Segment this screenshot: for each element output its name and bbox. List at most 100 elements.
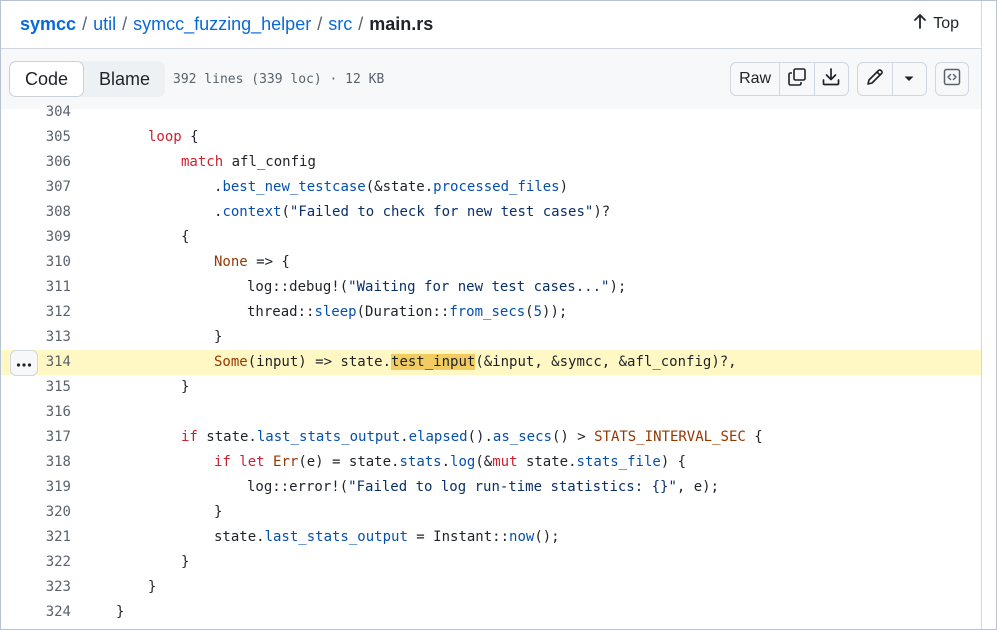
code-text: } xyxy=(214,325,222,350)
code-text: Some(input) => state.test_input(&input, … xyxy=(214,350,737,375)
code-line: 304 xyxy=(1,100,981,125)
line-number[interactable]: 309 xyxy=(31,225,71,250)
line-number[interactable]: 310 xyxy=(31,250,71,275)
top-button-label: Top xyxy=(933,14,959,32)
code-token: last_stats_output xyxy=(264,529,408,545)
code-line: 310 None => { xyxy=(1,250,981,275)
code-token: if xyxy=(181,429,198,445)
code-text: } xyxy=(148,575,156,600)
code-token: (input) => state. xyxy=(247,354,392,370)
line-number[interactable]: 323 xyxy=(31,575,71,600)
line-number[interactable]: 315 xyxy=(31,375,71,400)
breadcrumb-helper-link[interactable]: symcc_fuzzing_helper xyxy=(133,13,311,35)
line-number[interactable]: 318 xyxy=(31,450,71,475)
line-number[interactable]: 322 xyxy=(31,550,71,575)
line-number[interactable]: 320 xyxy=(31,500,71,525)
code-token: if let xyxy=(214,454,265,470)
top-button[interactable]: Top xyxy=(913,13,959,34)
scrollbar-track[interactable] xyxy=(982,1,996,629)
raw-button[interactable]: Raw xyxy=(731,63,779,95)
breadcrumb-src-link[interactable]: src xyxy=(328,13,352,35)
code-token: } xyxy=(181,379,190,395)
code-listing: 304 305 loop {306 match afl_config 307 .best_… xyxy=(1,104,982,629)
download-raw-button[interactable] xyxy=(813,63,848,95)
breadcrumb-util-link[interactable]: util xyxy=(93,13,116,35)
code-token: match xyxy=(181,154,224,170)
line-number[interactable]: 308 xyxy=(31,200,71,225)
code-token: STATS_INTERVAL_SEC xyxy=(594,429,746,445)
highlighted-token: test_input xyxy=(391,354,476,370)
code-token: ) xyxy=(559,179,569,195)
blame-tab[interactable]: Blame xyxy=(84,61,165,97)
code-token: ( xyxy=(525,304,534,320)
code-token: Err xyxy=(273,454,299,470)
code-token: Some xyxy=(214,354,248,370)
edit-file-button[interactable] xyxy=(858,63,892,95)
code-token: = Instant:: xyxy=(407,529,510,545)
line-number[interactable]: 313 xyxy=(31,325,71,350)
code-token: { xyxy=(190,129,199,145)
code-text: } xyxy=(181,375,189,400)
line-number[interactable]: 316 xyxy=(31,400,71,425)
code-token: last_stats_output xyxy=(256,429,401,445)
raw-actions-group: Raw xyxy=(730,62,849,96)
code-token: state. xyxy=(214,529,265,545)
code-token: log::error!( xyxy=(247,479,349,495)
code-token: log::debug!( xyxy=(247,279,349,295)
breadcrumb-separator: / xyxy=(82,14,88,34)
line-actions-button[interactable] xyxy=(10,350,38,376)
code-token: stats_file xyxy=(576,454,661,470)
code-line: 308 .context("Failed to check for new tes… xyxy=(1,200,981,225)
pencil-icon xyxy=(865,67,885,92)
code-token: 5 xyxy=(533,304,543,320)
code-line: 307 .best_new_testcase(&state.processed_f… xyxy=(1,175,981,200)
code-text: .context("Failed to check for new test c… xyxy=(214,200,610,225)
line-number[interactable]: 319 xyxy=(31,475,71,500)
code-line: 315} xyxy=(1,375,981,400)
code-text: thread::sleep(Duration::from_secs(5)); xyxy=(247,300,567,325)
copy-raw-button[interactable] xyxy=(779,63,813,95)
symbols-panel-group xyxy=(935,62,969,96)
code-token: sleep xyxy=(314,304,357,320)
code-text: if state.last_stats_output.elapsed().as_… xyxy=(181,425,763,450)
code-token: best_new_testcase xyxy=(222,179,366,195)
line-number[interactable]: 306 xyxy=(31,150,71,175)
breadcrumb-bar: symcc / util / symcc_fuzzing_helper / sr… xyxy=(1,1,982,47)
code-line: 306 match afl_config xyxy=(1,150,981,175)
code-token: mut xyxy=(492,454,518,470)
code-line: 324} xyxy=(1,600,981,625)
code-line: 309 { xyxy=(1,225,981,250)
code-text: } xyxy=(116,600,124,625)
code-line: 305 loop { xyxy=(1,125,981,150)
code-text: state.last_stats_output = Instant::now()… xyxy=(214,525,560,550)
code-token: , e); xyxy=(676,479,720,495)
code-line: 314 Some(input) => state.test_input(&inpu… xyxy=(1,350,981,375)
line-number[interactable]: 324 xyxy=(31,600,71,625)
code-square-icon xyxy=(942,67,962,92)
download-icon xyxy=(821,67,841,92)
breadcrumb-separator: / xyxy=(317,14,323,34)
code-token: log xyxy=(450,454,476,470)
code-token: (Duration:: xyxy=(356,304,450,320)
symbols-panel-button[interactable] xyxy=(936,63,968,95)
code-token: { xyxy=(745,429,763,445)
code-tab[interactable]: Code xyxy=(9,61,85,97)
code-text: } xyxy=(181,550,189,575)
line-number[interactable]: 304 xyxy=(31,100,71,125)
line-number[interactable]: 307 xyxy=(31,175,71,200)
code-text: } xyxy=(214,500,222,525)
code-line: 320} xyxy=(1,500,981,525)
code-text: log::debug!("Waiting for new test cases.… xyxy=(247,275,626,300)
line-number[interactable]: 305 xyxy=(31,125,71,150)
code-text: loop { xyxy=(148,125,199,150)
line-number[interactable]: 311 xyxy=(31,275,71,300)
line-number[interactable]: 317 xyxy=(31,425,71,450)
breadcrumb-repo-link[interactable]: symcc xyxy=(20,13,76,35)
code-text: match afl_config xyxy=(181,150,316,175)
code-line: 316 xyxy=(1,400,981,425)
line-number[interactable]: 312 xyxy=(31,300,71,325)
edit-options-dropdown[interactable] xyxy=(891,63,927,95)
line-number[interactable]: 321 xyxy=(31,525,71,550)
code-token: now xyxy=(509,529,535,545)
